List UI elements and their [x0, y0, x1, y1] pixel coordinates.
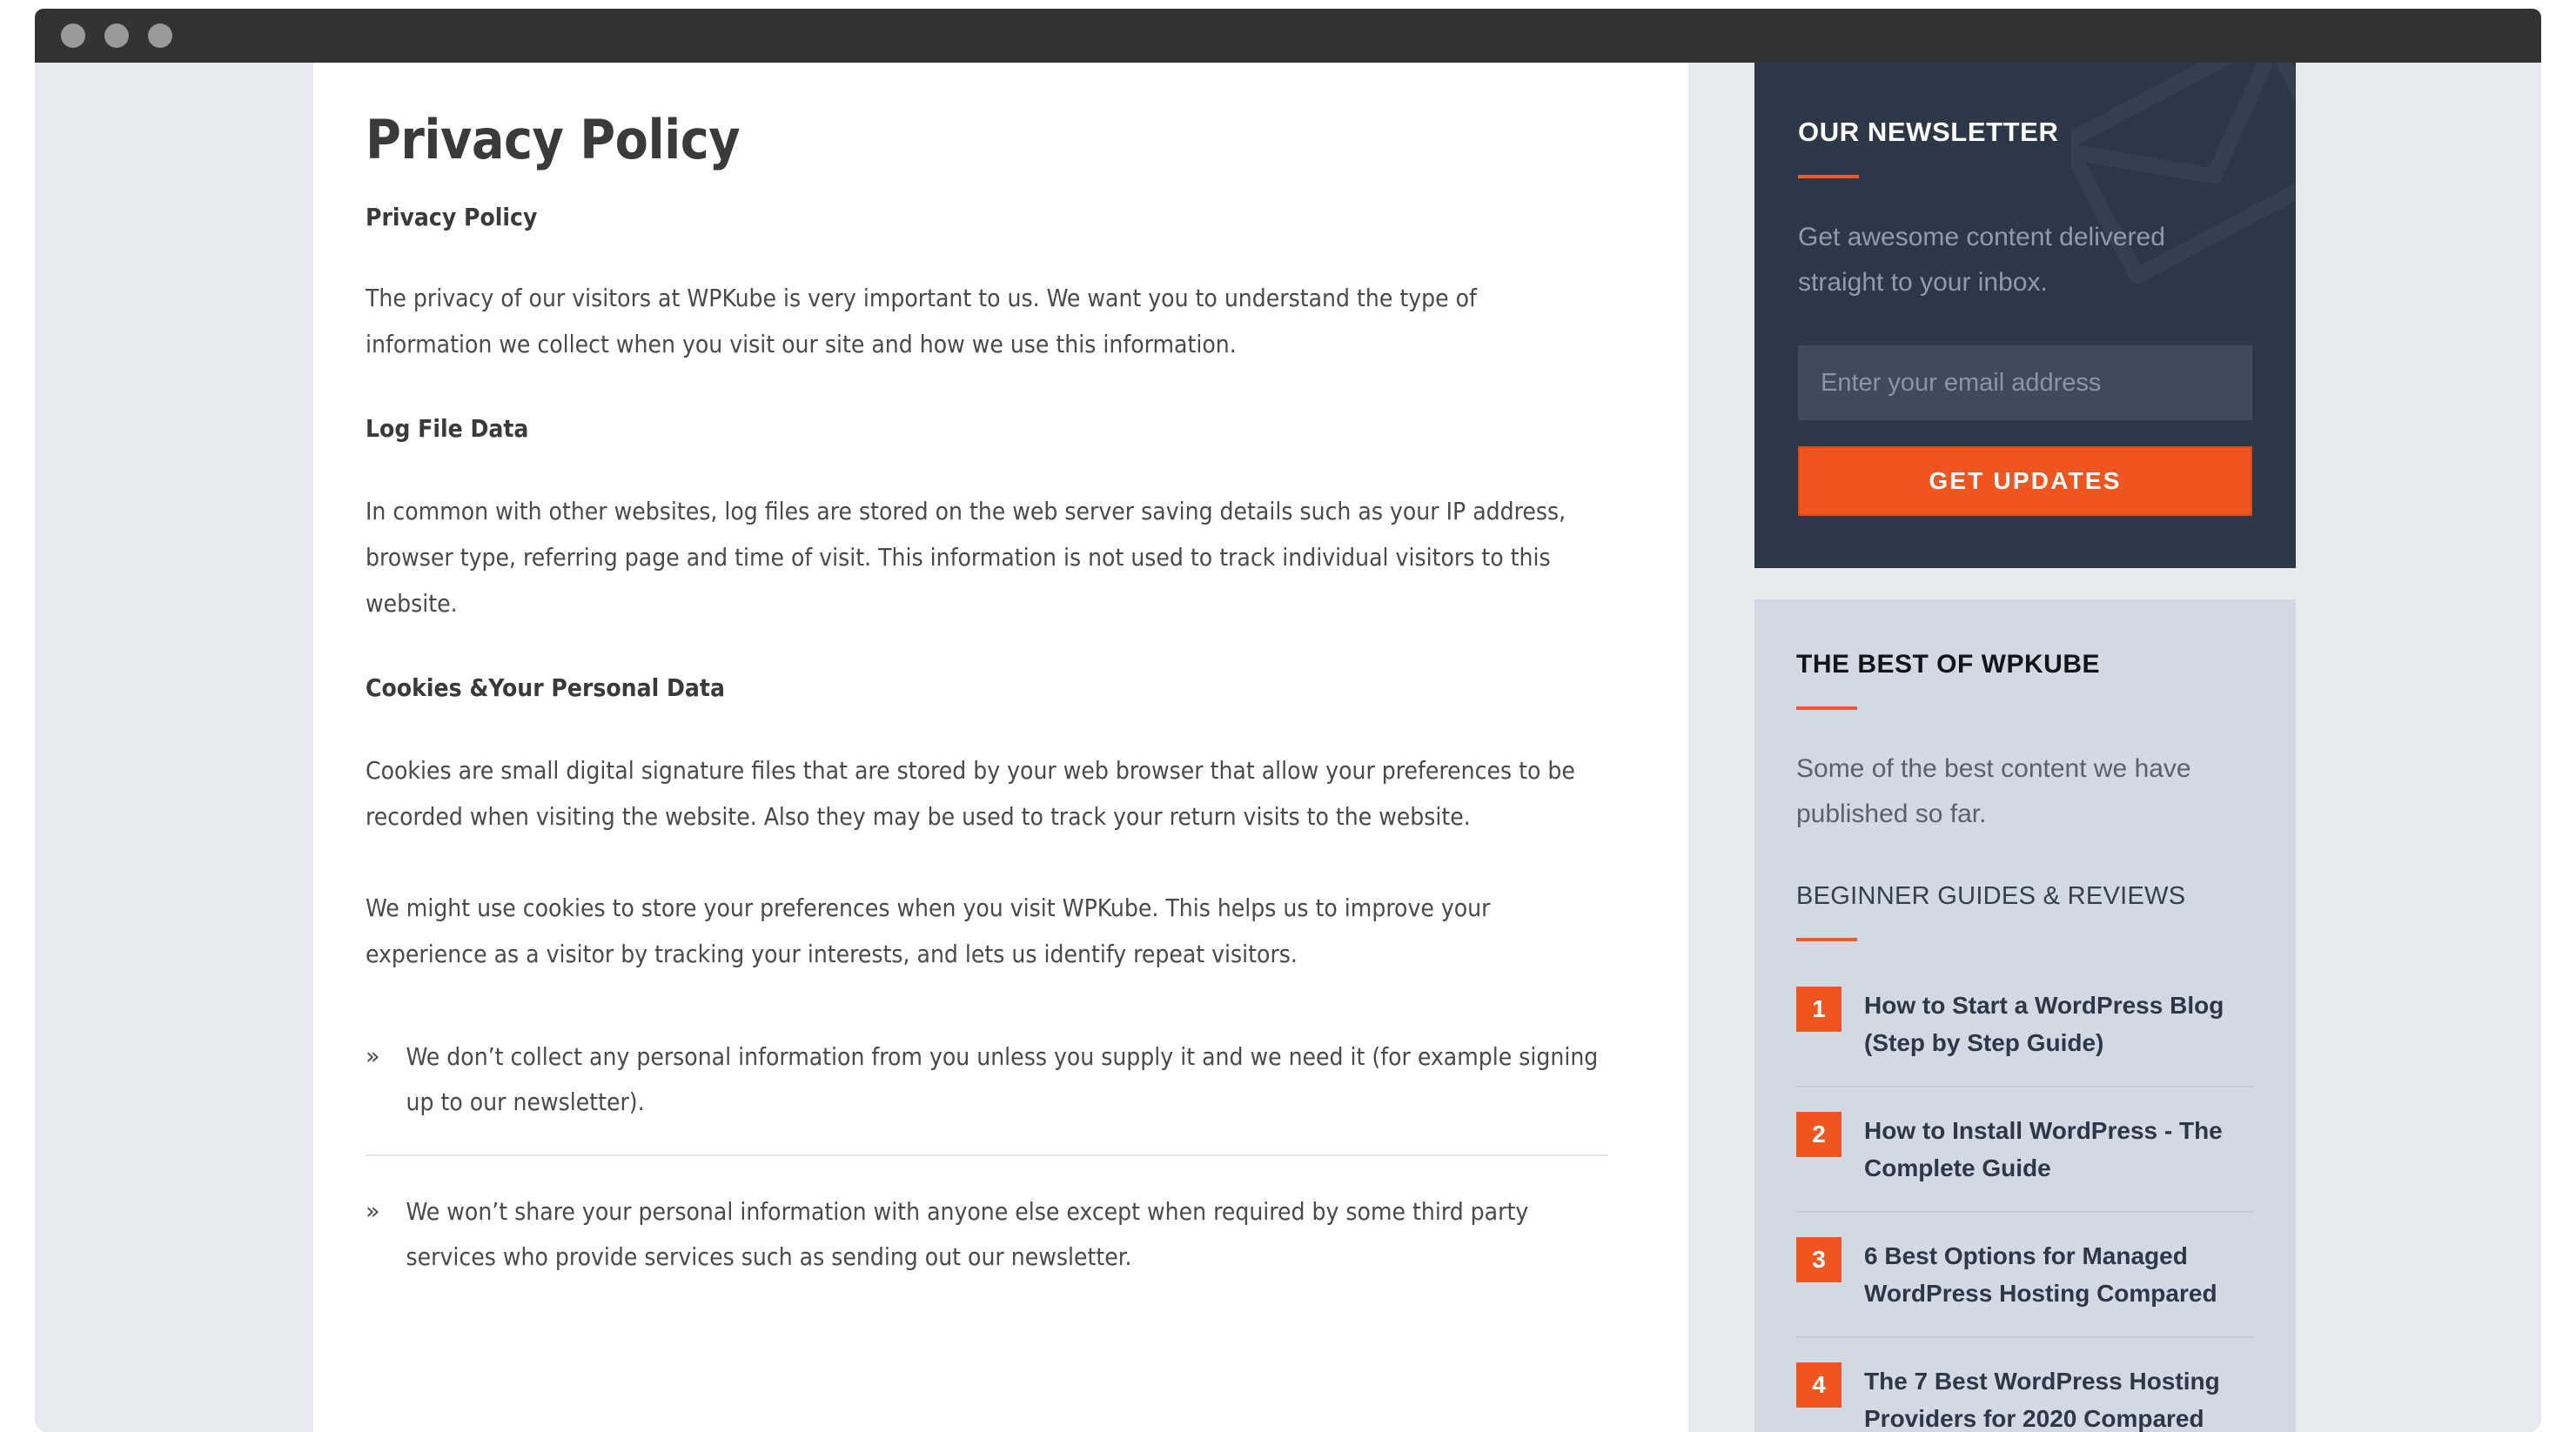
- maximize-icon[interactable]: [148, 23, 172, 48]
- privacy-bullet-list: » We don’t collect any personal informat…: [366, 1034, 1608, 1309]
- popular-posts-list: 1 How to Start a WordPress Blog (Step by…: [1796, 987, 2254, 1432]
- rank-badge: 4: [1796, 1362, 1841, 1408]
- newsletter-description: Get awesome content delivered straight t…: [1798, 223, 2165, 297]
- browser-window: Privacy Policy Privacy Policy The privac…: [35, 9, 2541, 1432]
- chevron-double-right-icon: »: [366, 1043, 380, 1071]
- log-file-data-paragraph: In common with other websites, log files…: [366, 497, 1566, 619]
- rank-badge: 1: [1796, 987, 1841, 1032]
- chevron-double-right-icon: »: [366, 1198, 380, 1226]
- post-link[interactable]: How to Install WordPress - The Complete …: [1864, 1112, 2254, 1187]
- list-item: » We don’t collect any personal informat…: [366, 1034, 1608, 1157]
- beginner-guides-label: BEGINNER GUIDES & REVIEWS: [1796, 882, 2186, 910]
- article-content: Privacy Policy Privacy Policy The privac…: [313, 63, 1688, 1432]
- rank-badge: 3: [1796, 1237, 1841, 1282]
- accent-rule: [1796, 938, 1857, 941]
- list-item-text: We don’t collect any personal informatio…: [406, 1042, 1599, 1117]
- rank-badge: 2: [1796, 1112, 1841, 1157]
- post-link[interactable]: How to Start a WordPress Blog (Step by S…: [1864, 987, 2254, 1061]
- close-icon[interactable]: [61, 23, 85, 48]
- list-item[interactable]: 1 How to Start a WordPress Blog (Step by…: [1796, 987, 2254, 1087]
- minimize-icon[interactable]: [104, 23, 129, 48]
- page-layout: Privacy Policy Privacy Policy The privac…: [35, 63, 2541, 1432]
- get-updates-button[interactable]: GET UPDATES: [1798, 446, 2252, 516]
- best-of-wpkube-widget: THE BEST OF WPKUBE Some of the best cont…: [1754, 599, 2296, 1432]
- intro-paragraph: The privacy of our visitors at WPKube is…: [366, 284, 1477, 359]
- list-item: » We won’t share your personal informati…: [366, 1189, 1608, 1309]
- list-item[interactable]: 4 The 7 Best WordPress Hosting Providers…: [1796, 1362, 2254, 1432]
- sidebar: OUR NEWSLETTER Get awesome content deliv…: [1754, 63, 2296, 1432]
- log-file-data-heading: Log File Data: [366, 414, 529, 444]
- newsletter-title: OUR NEWSLETTER: [1798, 117, 2059, 147]
- post-link[interactable]: The 7 Best WordPress Hosting Providers f…: [1864, 1362, 2254, 1432]
- newsletter-widget: OUR NEWSLETTER Get awesome content deliv…: [1754, 63, 2296, 568]
- best-of-description: Some of the best content we have publish…: [1796, 754, 2191, 828]
- post-link[interactable]: 6 Best Options for Managed WordPress Hos…: [1864, 1237, 2254, 1312]
- article-subheading: Privacy Policy: [366, 203, 538, 232]
- cookies-heading: Cookies &Your Personal Data: [366, 673, 725, 703]
- list-item[interactable]: 2 How to Install WordPress - The Complet…: [1796, 1112, 2254, 1213]
- list-item-text: We won’t share your personal information…: [406, 1197, 1529, 1272]
- email-field[interactable]: [1798, 345, 2252, 420]
- best-of-title: THE BEST OF WPKUBE: [1796, 650, 2101, 679]
- cookies-paragraph-2: We might use cookies to store your prefe…: [366, 893, 1491, 969]
- cookies-paragraph-1: Cookies are small digital signature file…: [366, 756, 1575, 832]
- page-title: Privacy Policy: [366, 108, 741, 171]
- accent-rule: [1796, 706, 1857, 710]
- accent-rule: [1798, 175, 1859, 178]
- browser-titlebar: [35, 9, 2541, 63]
- page-body: Privacy Policy Privacy Policy The privac…: [35, 63, 2541, 1432]
- list-item[interactable]: 3 6 Best Options for Managed WordPress H…: [1796, 1237, 2254, 1338]
